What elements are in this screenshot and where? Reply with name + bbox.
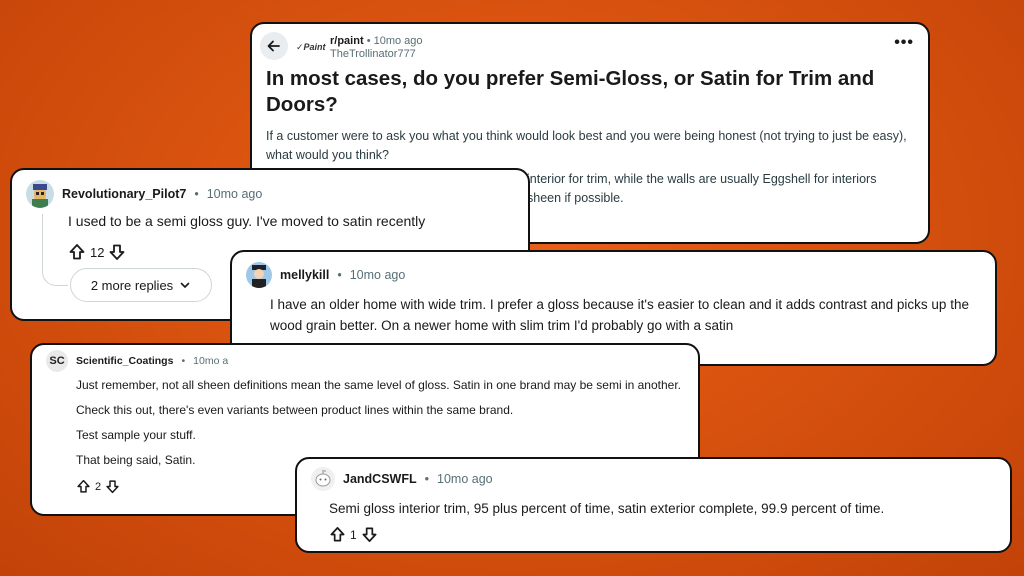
meta-separator: • [194, 187, 199, 201]
avatar-initials: SC [49, 355, 65, 367]
comment-header: Revolutionary_Pilot7 • 10mo ago [26, 180, 514, 208]
upvote-button[interactable] [329, 526, 346, 543]
more-options-button[interactable]: ••• [894, 34, 914, 52]
comment-time: 10mo a [193, 355, 229, 367]
avatar[interactable] [311, 467, 335, 491]
meta-separator: • [366, 35, 371, 47]
subreddit-name[interactable]: r/paint [330, 35, 364, 47]
subreddit-logo-text: Paint [303, 42, 326, 52]
upvote-button[interactable] [76, 479, 91, 494]
vote-controls: 1 [329, 526, 996, 543]
post-body-continued: interior for trim, while the walls are u… [527, 170, 917, 208]
downvote-button[interactable] [361, 526, 378, 543]
vote-score: 1 [350, 527, 357, 542]
avatar[interactable]: SC [46, 350, 68, 372]
downvote-icon [362, 527, 377, 542]
comment-text: Semi gloss interior trim, 95 plus percen… [329, 501, 885, 516]
comment-header: SC Scientific_Coatings • 10mo a [46, 350, 684, 372]
vote-score: 2 [95, 480, 102, 493]
comment-username[interactable]: JandCSWFL [343, 472, 417, 486]
upvote-icon [69, 244, 85, 260]
check-mark-icon: ✓ [296, 42, 304, 52]
comment-username[interactable]: Scientific_Coatings [76, 355, 173, 367]
post-body-line-2: sheen if possible. [527, 191, 624, 205]
post-author[interactable]: TheTrollinator777 [330, 48, 423, 61]
avatar[interactable] [246, 262, 272, 288]
post-title: In most cases, do you prefer Semi-Gloss,… [266, 67, 875, 116]
comment-username[interactable]: mellykill [280, 268, 329, 282]
chevron-down-icon [180, 282, 190, 288]
character-avatar-icon [252, 265, 266, 288]
meta-separator: • [181, 355, 186, 367]
back-button[interactable] [260, 32, 288, 60]
comment-header: mellykill • 10mo ago [246, 262, 981, 288]
meta-separator: • [424, 472, 429, 486]
avatar[interactable] [26, 180, 54, 208]
comment-text: I have an older home with wide trim. I p… [270, 297, 969, 333]
comment-paragraph: Just remember, not all sheen definitions… [76, 378, 682, 392]
upvote-button[interactable] [68, 243, 86, 261]
downvote-button[interactable] [105, 479, 120, 494]
downvote-icon [110, 244, 125, 260]
comment-time: 10mo ago [437, 472, 493, 486]
more-dots-icon: ••• [894, 34, 914, 51]
comment-username[interactable]: Revolutionary_Pilot7 [62, 187, 186, 201]
comment-card: JandCSWFL • 10mo ago Semi gloss interior… [295, 457, 1012, 553]
more-replies-button[interactable]: 2 more replies [70, 268, 212, 302]
comment-text: I used to be a semi gloss guy. I've move… [68, 213, 426, 229]
post-time: 10mo ago [373, 35, 423, 47]
snoo-avatar-icon [315, 469, 331, 487]
comment-paragraph: Test sample your stuff. [76, 428, 196, 442]
post-meta: r/paint • 10mo ago TheTrollinator777 [330, 35, 423, 61]
more-replies-label: 2 more replies [90, 277, 174, 293]
comment-text: Just remember, not all sheen definitions… [46, 377, 684, 469]
post-body: If a customer were to ask you what you t… [266, 129, 907, 162]
comment-time: 10mo ago [349, 268, 406, 282]
vote-score: 12 [90, 244, 105, 260]
comment-header: JandCSWFL • 10mo ago [311, 467, 996, 491]
arrow-left-icon [267, 40, 280, 52]
comment-time: 10mo ago [206, 187, 263, 201]
post-header: ✓Paint r/paint • 10mo ago TheTrollinator… [260, 32, 914, 61]
upvote-icon [77, 479, 90, 493]
thread-line [42, 214, 68, 286]
subreddit-logo[interactable]: ✓Paint [296, 42, 326, 53]
meta-separator: • [337, 268, 342, 282]
upvote-icon [330, 527, 345, 542]
post-body-line-1: interior for trim, while the walls are u… [527, 172, 877, 186]
robot-avatar-icon [32, 184, 48, 208]
downvote-button[interactable] [108, 243, 126, 261]
comment-paragraph: Check this out, there's even variants be… [76, 403, 514, 417]
downvote-icon [106, 480, 119, 494]
